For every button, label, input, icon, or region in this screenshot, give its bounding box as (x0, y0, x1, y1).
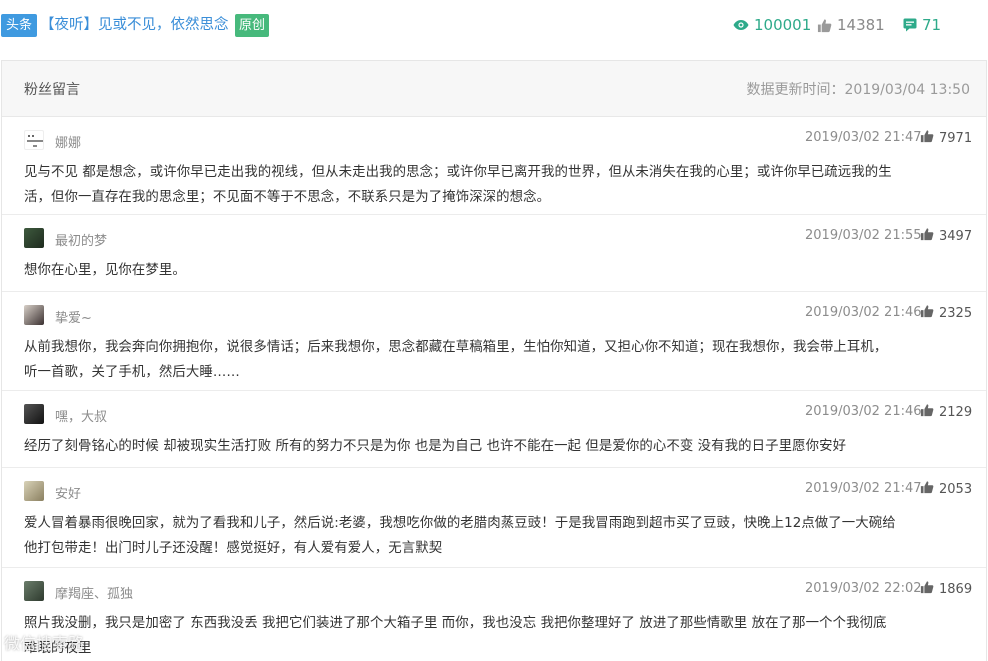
view-count: 100001 (733, 15, 811, 35)
comment-time: 2019/03/02 22:02 (805, 581, 922, 596)
comment-text-line: 想你在心里，见你在梦里。 (24, 263, 186, 278)
comment-item: 娜娜 2019/03/02 21:47 7971 见与不见 都是想念，或许你早已… (2, 117, 986, 215)
view-count-value: 100001 (754, 16, 812, 34)
commenter-name: 娜娜 (55, 136, 82, 151)
panel-header: 粉丝留言 数据更新时间：2019/03/04 13:50 (2, 61, 986, 117)
comment-text: 从前我想你，我会奔向你拥抱你，说很多情话；后来我想你，思念都藏在草稿箱里，生怕你… (24, 335, 974, 385)
comment-time: 2019/03/02 21:46 (805, 404, 922, 419)
comment-text-line: 爱人冒着暴雨很晚回家，就为了看我和儿子，然后说:老婆，我想吃你做的老腊肉蒸豆豉！… (24, 516, 896, 531)
avatar (24, 305, 44, 325)
article-bar: 头条 【夜听】见或不见，依然思念 原创 100001 14381 71 (0, 0, 988, 50)
comment-item: 嘿，大叔 2019/03/02 21:46 2129 经历了刻骨铭心的时候 却被… (2, 391, 986, 468)
avatar (24, 481, 44, 501)
comment-text-line: 活，但你一直存在我的思念里；不见面不等于不思念，不联系只是为了掩饰深深的想念。 (24, 190, 551, 205)
comment-text-line: 从前我想你，我会奔向你拥抱你，说很多情话；后来我想你，思念都藏在草稿箱里，生怕你… (24, 340, 888, 355)
comment-likes: 2053 (920, 480, 972, 498)
fan-comments-panel: 粉丝留言 数据更新时间：2019/03/04 13:50 娜娜 2019/03/… (1, 60, 987, 661)
comment-time: 2019/03/02 21:47 (805, 481, 922, 496)
thumbs-up-icon (920, 580, 934, 598)
thumbs-up-icon (920, 227, 934, 245)
headline-tag: 头条 (1, 14, 38, 37)
comment-text-line: 难眠的夜里 (24, 641, 92, 656)
comment-likes: 1869 (920, 580, 972, 598)
comment-count-value: 71 (922, 16, 942, 34)
comment-item: 摩羯座、孤独 2019/03/02 22:02 1869 照片我没删，我只是加密… (2, 568, 986, 661)
commenter-name: 最初的梦 (55, 234, 108, 249)
comment-likes: 7971 (920, 129, 972, 147)
commenter-name: 摩羯座、孤独 (55, 587, 134, 602)
comment-text: 爱人冒着暴雨很晚回家，就为了看我和儿子，然后说:老婆，我想吃你做的老腊肉蒸豆豉！… (24, 511, 974, 561)
comment-item: 最初的梦 2019/03/02 21:55 3497 想你在心里，见你在梦里。 (2, 215, 986, 292)
comment-icon (903, 18, 917, 32)
like-count: 14381 (817, 15, 885, 35)
comment-text-line: 听一首歌，关了手机，然后大睡…… (24, 365, 240, 380)
comment-likes-value: 3497 (939, 228, 973, 244)
thumbs-up-icon (920, 304, 934, 322)
comment-likes-value: 2053 (939, 481, 973, 497)
comment-likes-value: 2325 (939, 305, 973, 321)
eye-icon (733, 19, 749, 31)
comment-text: 想你在心里，见你在梦里。 (24, 258, 974, 283)
comment-text-line: 他打包带走！出门时儿子还没醒！感觉挺好，有人爱有爱人，无言默契 (24, 541, 443, 556)
avatar (24, 228, 44, 248)
thumbs-up-icon (817, 18, 832, 33)
comment-likes-value: 2129 (939, 404, 973, 420)
article-title[interactable]: 【夜听】见或不见，依然思念 (40, 14, 229, 37)
commenter-name: 安好 (55, 487, 82, 502)
comment-text-line: 经历了刻骨铭心的时候 却被现实生活打败 所有的努力不只是为你 也是为自己 也许不… (24, 439, 847, 454)
original-tag: 原创 (235, 14, 270, 37)
thumbs-up-icon (920, 129, 934, 147)
like-count-value: 14381 (837, 16, 885, 34)
avatar (24, 130, 44, 150)
avatar (24, 404, 44, 424)
watermark: 微信搜索路 (4, 634, 85, 653)
comment-item: 安好 2019/03/02 21:47 2053 爱人冒着暴雨很晚回家，就为了看… (2, 468, 986, 568)
comment-time: 2019/03/02 21:46 (805, 305, 922, 320)
comment-text-line: 照片我没删，我只是加密了 东西我没丢 我把它们装进了那个大箱子里 而你，我也没忘… (24, 616, 887, 631)
update-time: 数据更新时间：2019/03/04 13:50 (746, 82, 971, 98)
comment-likes: 2325 (920, 304, 972, 322)
avatar (24, 581, 44, 601)
commenter-name: 嘿，大叔 (55, 410, 108, 425)
thumbs-up-icon (920, 403, 934, 421)
commenter-name: 挚爱~ (55, 311, 92, 326)
comment-likes: 2129 (920, 403, 972, 421)
panel-title: 粉丝留言 (24, 82, 80, 98)
comment-item: 挚爱~ 2019/03/02 21:46 2325 从前我想你，我会奔向你拥抱你… (2, 292, 986, 391)
comment-time: 2019/03/02 21:47 (805, 130, 922, 145)
comment-text: 经历了刻骨铭心的时候 却被现实生活打败 所有的努力不只是为你 也是为自己 也许不… (24, 434, 974, 459)
thumbs-up-icon (920, 480, 934, 498)
comment-text: 见与不见 都是想念，或许你早已走出我的视线，但从未走出我的思念；或许你早已离开我… (24, 160, 974, 210)
comment-text-line: 见与不见 都是想念，或许你早已走出我的视线，但从未走出我的思念；或许你早已离开我… (24, 165, 892, 180)
comment-likes-value: 1869 (939, 581, 973, 597)
comment-count: 71 (903, 15, 941, 35)
comment-text: 照片我没删，我只是加密了 东西我没丢 我把它们装进了那个大箱子里 而你，我也没忘… (24, 611, 974, 661)
comment-time: 2019/03/02 21:55 (805, 228, 922, 243)
comment-likes-value: 7971 (939, 130, 973, 146)
comment-likes: 3497 (920, 227, 972, 245)
